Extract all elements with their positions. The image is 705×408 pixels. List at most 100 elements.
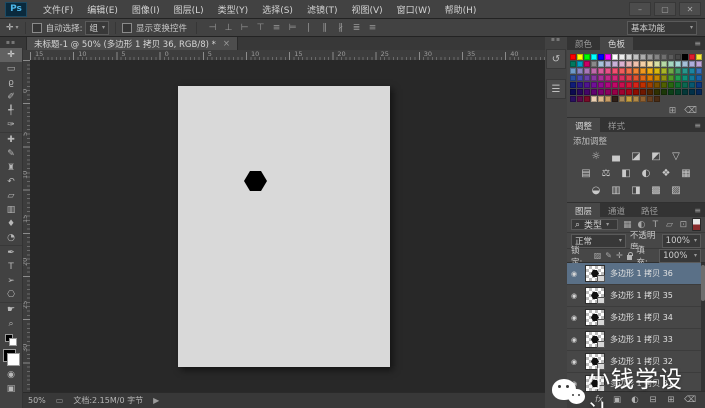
tab-swatches[interactable]: 色板 (600, 36, 633, 50)
tab-layers[interactable]: 图层 (567, 203, 600, 217)
properties-panel-icon[interactable]: ☰ (546, 79, 566, 99)
scrollbar-thumb[interactable] (701, 265, 705, 301)
menu-help[interactable]: 帮助(H) (438, 3, 484, 16)
color-swatch[interactable] (675, 82, 681, 88)
color-swatch[interactable] (633, 89, 639, 95)
distribute-bottom-icon[interactable]: ∦ (335, 23, 346, 33)
color-swatch[interactable] (598, 75, 604, 81)
color-swatch[interactable] (647, 75, 653, 81)
hue-saturation-icon[interactable]: ▤ (580, 168, 593, 179)
color-swatch[interactable] (640, 54, 646, 60)
color-swatch[interactable] (675, 61, 681, 67)
color-swatch[interactable] (661, 54, 667, 60)
align-h-center-icon[interactable]: ⊥ (223, 23, 234, 33)
color-swatch[interactable] (570, 61, 576, 67)
color-swatch[interactable] (577, 89, 583, 95)
dock-gripper[interactable]: ▪▪ (545, 36, 567, 45)
color-swatch[interactable] (633, 68, 639, 74)
color-balance-icon[interactable]: ⚖ (600, 168, 613, 179)
distribute-top-icon[interactable]: ∣ (303, 23, 314, 33)
color-swatch[interactable] (619, 54, 625, 60)
distribute-h-center-icon[interactable]: ≡ (367, 23, 378, 33)
color-swatch[interactable] (689, 68, 695, 74)
workspace-dropdown[interactable]: 基本功能 ▾ (627, 21, 697, 35)
align-top-icon[interactable]: ⊤ (255, 23, 266, 33)
color-swatch[interactable] (577, 54, 583, 60)
shape-tool[interactable]: ⎔ (0, 288, 22, 302)
clone-stamp-tool[interactable]: ♜ (0, 161, 22, 175)
color-swatch[interactable] (668, 82, 674, 88)
history-panel-icon[interactable]: ↺ (546, 49, 566, 69)
color-swatch[interactable] (570, 68, 576, 74)
color-swatch[interactable] (626, 54, 632, 60)
layer-thumbnail[interactable] (585, 287, 605, 304)
color-swatch[interactable] (640, 89, 646, 95)
color-swatch[interactable] (570, 54, 576, 60)
color-swatch[interactable] (654, 75, 660, 81)
color-swatch[interactable] (626, 96, 632, 102)
close-icon[interactable]: × (223, 39, 230, 49)
new-swatch-icon[interactable]: ⊞ (669, 106, 677, 116)
hexagon-shape[interactable] (244, 171, 267, 191)
eyedropper-tool[interactable]: ✑ (0, 118, 22, 132)
color-swatch[interactable] (612, 89, 618, 95)
posterize-icon[interactable]: ▥ (610, 185, 623, 196)
quick-mask-button[interactable]: ◉ (0, 368, 22, 382)
color-swatch[interactable] (682, 68, 688, 74)
color-swatch[interactable] (682, 54, 688, 60)
gradient-map-icon[interactable]: ▨ (670, 185, 683, 196)
layer-thumbnail[interactable] (585, 265, 605, 282)
zoom-tool[interactable]: ⌕ (0, 317, 22, 331)
layer-visibility-icon[interactable]: ◉ (571, 314, 580, 322)
color-swatch[interactable] (675, 89, 681, 95)
color-swatch[interactable] (696, 89, 702, 95)
photo-filter-icon[interactable]: ◐ (640, 168, 653, 179)
tab-adjustments[interactable]: 调整 (567, 118, 600, 132)
color-swatch[interactable] (689, 75, 695, 81)
color-swatch[interactable] (647, 68, 653, 74)
color-swatch[interactable] (696, 54, 702, 60)
lock-all-icon[interactable] (627, 255, 633, 260)
color-swatch[interactable] (661, 75, 667, 81)
color-swatch[interactable] (654, 89, 660, 95)
current-tool-icon[interactable]: ✛ ▾ (6, 23, 19, 33)
color-swatch[interactable] (591, 68, 597, 74)
color-swatch[interactable] (661, 89, 667, 95)
menu-select[interactable]: 选择(S) (255, 3, 300, 16)
color-swatch[interactable] (675, 68, 681, 74)
auto-select-dropdown[interactable]: 组 ▾ (85, 21, 109, 35)
color-swatch[interactable] (633, 61, 639, 67)
zoom-level[interactable]: 50% (28, 396, 46, 405)
color-swatch[interactable] (696, 75, 702, 81)
color-swatch[interactable] (605, 68, 611, 74)
color-swatch[interactable] (619, 82, 625, 88)
layer-filter-dropdown[interactable]: ⌕ 类型 ▾ (571, 219, 618, 230)
menu-image[interactable]: 图像(I) (125, 3, 167, 16)
color-swatch[interactable] (584, 75, 590, 81)
color-swatch[interactable] (598, 54, 604, 60)
color-swatch[interactable] (682, 75, 688, 81)
color-swatch[interactable] (591, 82, 597, 88)
color-swatch[interactable] (689, 82, 695, 88)
black-white-icon[interactable]: ◧ (620, 168, 633, 179)
align-right-icon[interactable]: ⊢ (239, 23, 250, 33)
color-swatch[interactable] (668, 89, 674, 95)
default-colors-icon[interactable] (5, 334, 17, 346)
distribute-v-center-icon[interactable]: ∥ (319, 23, 330, 33)
color-swatch[interactable] (619, 68, 625, 74)
color-swatch[interactable] (570, 75, 576, 81)
color-swatch[interactable] (626, 61, 632, 67)
color-swatch[interactable] (689, 54, 695, 60)
color-swatch[interactable] (612, 82, 618, 88)
color-swatch[interactable] (577, 61, 583, 67)
color-swatch[interactable] (654, 61, 660, 67)
menu-layer[interactable]: 图层(L) (167, 3, 211, 16)
color-swatch[interactable] (577, 82, 583, 88)
color-swatch[interactable] (570, 96, 576, 102)
color-swatch[interactable] (612, 54, 618, 60)
layer-visibility-icon[interactable]: ◉ (571, 292, 580, 300)
color-swatch[interactable] (605, 61, 611, 67)
minimize-button[interactable]: – (629, 2, 651, 16)
color-swatch[interactable] (668, 61, 674, 67)
show-transform-checkbox[interactable] (122, 23, 132, 33)
